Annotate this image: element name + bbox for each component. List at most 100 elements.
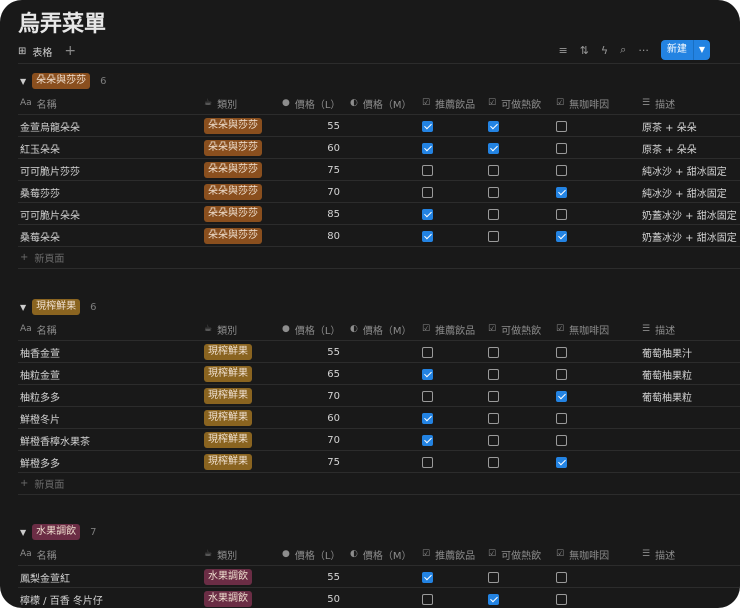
filter-icon[interactable]: ≡ xyxy=(558,44,567,57)
type-tag[interactable]: 現榨鮮果 xyxy=(204,344,252,360)
cell-desc[interactable]: 奶蓋冰沙 + 甜冰固定 xyxy=(642,225,737,247)
cell-price-l[interactable]: 70 xyxy=(282,181,340,203)
checkbox-rec[interactable] xyxy=(422,230,433,242)
type-tag[interactable]: 朵朵與莎莎 xyxy=(204,162,262,178)
col-hot[interactable]: ☑ 可做熱飲 xyxy=(488,92,541,114)
col-price-m[interactable]: ◐ 價格（M） xyxy=(350,543,412,565)
col-price-l[interactable]: ● 價格（L） xyxy=(282,318,340,340)
table-row[interactable]: 鳳梨金萱紅 水果調飲 55 xyxy=(18,565,740,587)
col-name[interactable]: Aa 名稱 xyxy=(20,92,57,114)
table-row[interactable]: 可可脆片朵朵 朵朵與莎莎 85 奶蓋冰沙 + 甜冰固定 xyxy=(18,202,740,224)
col-recommended[interactable]: ☑ 推薦飲品 xyxy=(422,92,475,114)
checkbox-nc[interactable] xyxy=(556,346,567,358)
group-header[interactable]: ▼ 水果調飲 7 xyxy=(20,523,97,541)
checkbox-nc[interactable] xyxy=(556,142,567,154)
checkbox-rec[interactable] xyxy=(422,186,433,198)
checkbox-hot[interactable] xyxy=(488,571,499,583)
cell-price-l[interactable]: 70 xyxy=(282,429,340,451)
checkbox-hot[interactable] xyxy=(488,346,499,358)
table-row[interactable]: 鮮橙冬片 現榨鮮果 60 xyxy=(18,406,740,428)
cell-name[interactable]: 鮮橙冬片 xyxy=(20,407,60,429)
cell-price-l[interactable]: 70 xyxy=(282,385,340,407)
toggle-triangle-icon[interactable]: ▼ xyxy=(20,528,26,537)
cell-name[interactable]: 柚香金萱 xyxy=(20,341,60,363)
checkbox-nc[interactable] xyxy=(556,230,567,242)
table-row[interactable]: 桑莓朵朵 朵朵與莎莎 80 奶蓋冰沙 + 甜冰固定 xyxy=(18,224,740,246)
cell-price-l[interactable]: 85 xyxy=(282,203,340,225)
cell-name[interactable]: 鳳梨金萱紅 xyxy=(20,566,70,588)
checkbox-nc[interactable] xyxy=(556,208,567,220)
checkbox-nc[interactable] xyxy=(556,390,567,402)
col-type[interactable]: ☕ 類別 xyxy=(204,318,237,340)
col-desc[interactable]: ☰ 描述 xyxy=(642,92,675,114)
checkbox-nc[interactable] xyxy=(556,368,567,380)
cell-name[interactable]: 柚粒金萱 xyxy=(20,363,60,385)
col-recommended[interactable]: ☑ 推薦飲品 xyxy=(422,318,475,340)
checkbox-rec[interactable] xyxy=(422,456,433,468)
col-type[interactable]: ☕ 類別 xyxy=(204,543,237,565)
checkbox-nc[interactable] xyxy=(556,434,567,446)
cell-price-l[interactable]: 80 xyxy=(282,225,340,247)
cell-price-l[interactable]: 75 xyxy=(282,451,340,473)
checkbox-rec[interactable] xyxy=(422,368,433,380)
table-row[interactable]: 柚粒多多 現榨鮮果 70 葡萄柚果粒 xyxy=(18,384,740,406)
checkbox-nc[interactable] xyxy=(556,456,567,468)
group-header[interactable]: ▼ 現榨鮮果 6 xyxy=(20,298,97,316)
table-row[interactable]: 鮮橙多多 現榨鮮果 75 xyxy=(18,450,740,472)
new-page-button[interactable]: + 新頁面 xyxy=(20,472,64,494)
checkbox-hot[interactable] xyxy=(488,593,499,605)
type-tag[interactable]: 朵朵與莎莎 xyxy=(204,184,262,200)
table-row[interactable]: 桑莓莎莎 朵朵與莎莎 70 純冰沙 + 甜冰固定 xyxy=(18,180,740,202)
type-tag[interactable]: 朵朵與莎莎 xyxy=(204,228,262,244)
checkbox-hot[interactable] xyxy=(488,456,499,468)
cell-price-l[interactable]: 55 xyxy=(282,341,340,363)
table-row[interactable]: 柚粒金萱 現榨鮮果 65 葡萄柚果粒 xyxy=(18,362,740,384)
type-tag[interactable]: 現榨鮮果 xyxy=(204,410,252,426)
checkbox-rec[interactable] xyxy=(422,142,433,154)
col-desc[interactable]: ☰ 描述 xyxy=(642,543,675,565)
type-tag[interactable]: 現榨鮮果 xyxy=(204,366,252,382)
cell-desc[interactable]: 葡萄柚果粒 xyxy=(642,363,692,385)
checkbox-hot[interactable] xyxy=(488,390,499,402)
cell-price-l[interactable]: 60 xyxy=(282,407,340,429)
new-page-button[interactable]: + 新頁面 xyxy=(20,246,64,268)
cell-desc[interactable]: 葡萄柚果粒 xyxy=(642,385,692,407)
cell-name[interactable]: 桑莓莎莎 xyxy=(20,181,60,203)
toggle-triangle-icon[interactable]: ▼ xyxy=(20,77,26,86)
cell-price-l[interactable]: 55 xyxy=(282,566,340,588)
cell-name[interactable]: 可可脆片朵朵 xyxy=(20,203,80,225)
cell-price-l[interactable]: 65 xyxy=(282,363,340,385)
type-tag[interactable]: 朵朵與莎莎 xyxy=(204,118,262,134)
col-price-m[interactable]: ◐ 價格（M） xyxy=(350,318,412,340)
type-tag[interactable]: 現榨鮮果 xyxy=(204,432,252,448)
cell-price-l[interactable]: 60 xyxy=(282,137,340,159)
chevron-down-icon[interactable]: ▼ xyxy=(692,40,710,60)
toggle-triangle-icon[interactable]: ▼ xyxy=(20,303,26,312)
checkbox-hot[interactable] xyxy=(488,208,499,220)
checkbox-hot[interactable] xyxy=(488,230,499,242)
checkbox-hot[interactable] xyxy=(488,142,499,154)
type-tag[interactable]: 水果調飲 xyxy=(204,569,252,585)
table-row[interactable]: 柚香金萱 現榨鮮果 55 葡萄柚果汁 xyxy=(18,340,740,362)
table-row[interactable]: 可可脆片莎莎 朵朵與莎莎 75 純冰沙 + 甜冰固定 xyxy=(18,158,740,180)
col-no-caffeine[interactable]: ☑ 無咖啡因 xyxy=(556,318,609,340)
group-header[interactable]: ▼ 朵朵與莎莎 6 xyxy=(20,72,107,90)
cell-name[interactable]: 鮮橙香檸水果茶 xyxy=(20,429,90,451)
checkbox-rec[interactable] xyxy=(422,208,433,220)
checkbox-rec[interactable] xyxy=(422,120,433,132)
col-type[interactable]: ☕ 類別 xyxy=(204,92,237,114)
table-row[interactable]: 檸檬 / 百香 冬片仔 水果調飲 50 xyxy=(18,587,740,608)
checkbox-nc[interactable] xyxy=(556,571,567,583)
new-button[interactable]: 新建 ▼ xyxy=(660,40,710,60)
cell-name[interactable]: 鮮橙多多 xyxy=(20,451,60,473)
cell-price-l[interactable]: 55 xyxy=(282,115,340,137)
col-recommended[interactable]: ☑ 推薦飲品 xyxy=(422,543,475,565)
cell-desc[interactable]: 純冰沙 + 甜冰固定 xyxy=(642,181,727,203)
cell-name[interactable]: 金萱烏龍朵朵 xyxy=(20,115,80,137)
col-price-l[interactable]: ● 價格（L） xyxy=(282,543,340,565)
cell-name[interactable]: 可可脆片莎莎 xyxy=(20,159,80,181)
checkbox-nc[interactable] xyxy=(556,120,567,132)
cell-desc[interactable]: 原茶 + 朵朵 xyxy=(642,115,697,137)
add-view-icon[interactable]: + xyxy=(64,43,76,59)
col-name[interactable]: Aa 名稱 xyxy=(20,543,57,565)
